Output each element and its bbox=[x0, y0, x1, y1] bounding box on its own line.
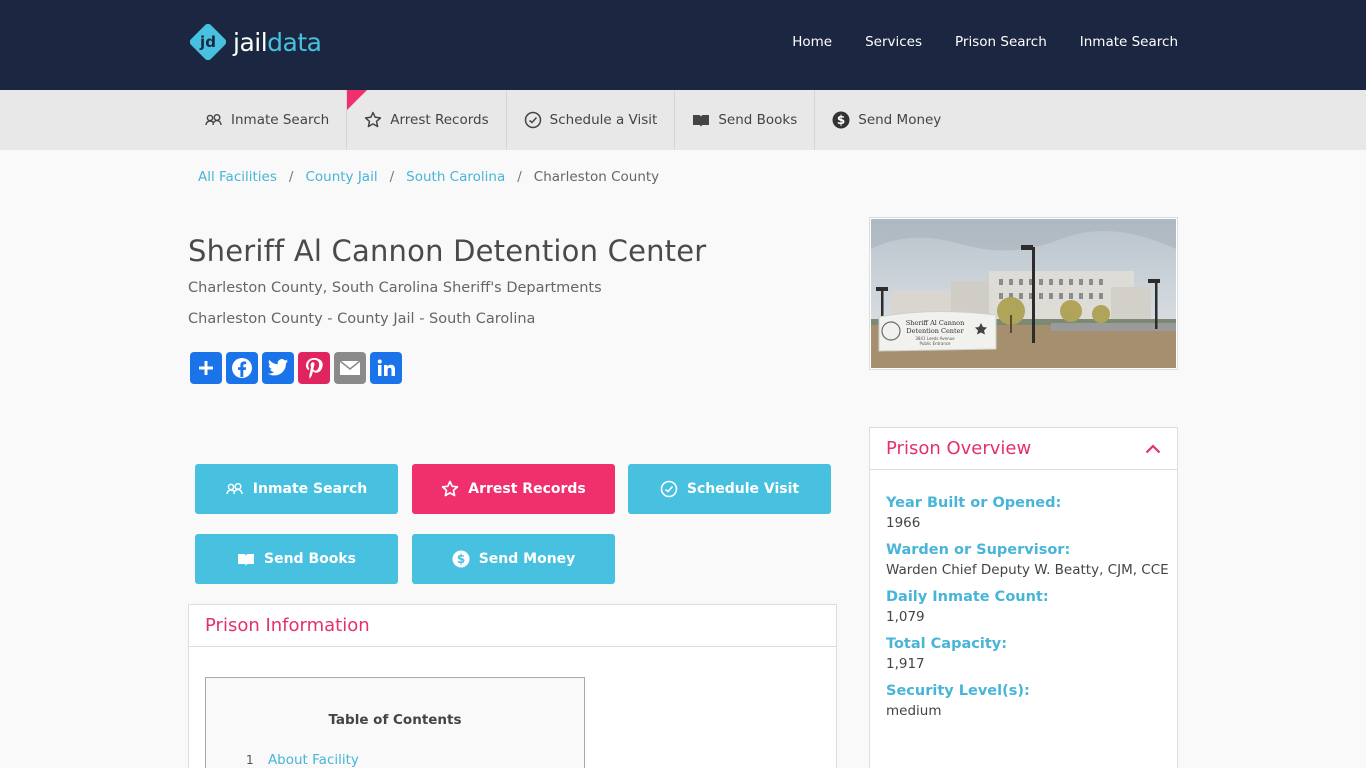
subnav-inmate-search[interactable]: Inmate Search bbox=[188, 90, 348, 150]
subnav-schedule-visit[interactable]: Schedule a Visit bbox=[507, 90, 676, 150]
subnav-label: Arrest Records bbox=[390, 112, 489, 128]
facebook-button[interactable] bbox=[226, 352, 258, 384]
facility-location: Charleston County - County Jail - South … bbox=[188, 311, 536, 327]
book-icon bbox=[692, 113, 710, 128]
schedule-visit-button[interactable]: Schedule Visit bbox=[628, 464, 831, 514]
clock-icon bbox=[660, 480, 678, 498]
year-built-label: Year Built or Opened: bbox=[886, 495, 1062, 511]
plus-icon bbox=[199, 361, 213, 375]
people-search-icon bbox=[226, 482, 244, 496]
warden-value: Warden Chief Deputy W. Beatty, CJM, CCE bbox=[886, 562, 1169, 578]
breadcrumb: All Facilities / County Jail / South Car… bbox=[198, 169, 659, 185]
breadcrumb-south-carolina[interactable]: South Carolina bbox=[406, 169, 505, 185]
arrest-records-button[interactable]: Arrest Records bbox=[412, 464, 615, 514]
svg-text:Sheriff Al Cannon: Sheriff Al Cannon bbox=[906, 319, 965, 327]
button-label: Arrest Records bbox=[468, 481, 586, 497]
svg-text:Detention Center: Detention Center bbox=[906, 327, 964, 335]
breadcrumb-separator: / bbox=[517, 169, 522, 185]
people-search-icon bbox=[205, 113, 223, 127]
chevron-up-icon[interactable] bbox=[1145, 438, 1161, 459]
clock-icon bbox=[524, 111, 542, 129]
subnav-label: Send Books bbox=[718, 112, 798, 128]
button-label: Send Books bbox=[264, 551, 356, 567]
service-nav: Inmate Search Arrest Records Schedule a … bbox=[0, 90, 1366, 150]
dollar-icon: $ bbox=[832, 111, 850, 129]
nav-home[interactable]: Home bbox=[792, 34, 832, 50]
logo[interactable]: jd jaildata bbox=[188, 22, 322, 62]
facility-subtitle: Charleston County, South Carolina Sherif… bbox=[188, 280, 602, 296]
pinterest-icon bbox=[306, 358, 323, 379]
site-header: jd jaildata Home Services Prison Search … bbox=[0, 0, 1366, 90]
capacity-label: Total Capacity: bbox=[886, 636, 1007, 652]
breadcrumb-separator: / bbox=[288, 169, 294, 185]
subnav-send-books[interactable]: Send Books bbox=[675, 90, 816, 150]
nav-inmate-search[interactable]: Inmate Search bbox=[1080, 34, 1178, 50]
security-level-value: medium bbox=[886, 703, 942, 719]
breadcrumb-all-facilities[interactable]: All Facilities bbox=[198, 169, 277, 185]
button-label: Schedule Visit bbox=[686, 481, 800, 497]
button-label: Send Money bbox=[478, 551, 576, 567]
button-label: Inmate Search bbox=[252, 481, 368, 497]
svg-text:$: $ bbox=[837, 113, 845, 127]
table-of-contents: Table of Contents 1 About Facility bbox=[205, 677, 585, 768]
breadcrumb-county-jail[interactable]: County Jail bbox=[305, 169, 377, 185]
prison-overview-heading: Prison Overview bbox=[886, 438, 1032, 459]
breadcrumb-current: Charleston County bbox=[533, 169, 660, 185]
main-nav: Home Services Prison Search Inmate Searc… bbox=[759, 34, 1178, 50]
send-books-button[interactable]: Send Books bbox=[195, 534, 398, 584]
subnav-label: Schedule a Visit bbox=[549, 112, 658, 128]
subnav-arrest-records[interactable]: Arrest Records bbox=[347, 90, 507, 150]
warden-label: Warden or Supervisor: bbox=[886, 542, 1071, 558]
prison-overview-header[interactable]: Prison Overview bbox=[870, 428, 1177, 470]
pinterest-button[interactable] bbox=[298, 352, 330, 384]
prison-information-card: Prison Information Table of Contents 1 A… bbox=[188, 604, 837, 768]
toc-title: Table of Contents bbox=[328, 712, 462, 728]
subnav-label: Inmate Search bbox=[231, 112, 330, 128]
year-built-value: 1966 bbox=[886, 515, 921, 531]
logo-text: jaildata bbox=[233, 27, 322, 57]
prison-information-heading: Prison Information bbox=[189, 605, 836, 647]
star-badge-icon bbox=[441, 480, 459, 498]
linkedin-button[interactable] bbox=[370, 352, 402, 384]
toc-link-about-facility[interactable]: About Facility bbox=[268, 752, 359, 768]
logo-mark: jd bbox=[188, 22, 228, 62]
share-button[interactable] bbox=[190, 352, 222, 384]
svg-text:$: $ bbox=[457, 552, 465, 566]
facebook-icon bbox=[232, 358, 252, 378]
email-button[interactable] bbox=[334, 352, 366, 384]
nav-prison-search[interactable]: Prison Search bbox=[955, 34, 1047, 50]
toc-item-number: 1 bbox=[246, 753, 254, 767]
security-level-label: Security Level(s): bbox=[886, 683, 1030, 699]
active-ribbon bbox=[347, 90, 368, 110]
dollar-icon: $ bbox=[452, 550, 470, 568]
subnav-send-money[interactable]: $ Send Money bbox=[815, 90, 958, 150]
nav-services[interactable]: Services bbox=[865, 34, 922, 50]
book-icon bbox=[237, 552, 255, 567]
page-title: Sheriff Al Cannon Detention Center bbox=[188, 234, 707, 268]
prison-overview-body: Year Built or Opened: 1966 Warden or Sup… bbox=[870, 470, 1177, 719]
share-bar bbox=[190, 352, 406, 384]
inmate-count-value: 1,079 bbox=[886, 609, 925, 625]
prison-overview-card: Prison Overview Year Built or Opened: 19… bbox=[869, 427, 1178, 768]
breadcrumb-separator: / bbox=[389, 169, 395, 185]
email-icon bbox=[339, 360, 361, 375]
twitter-button[interactable] bbox=[262, 352, 294, 384]
capacity-value: 1,917 bbox=[886, 656, 925, 672]
linkedin-icon bbox=[377, 359, 395, 376]
subnav-label: Send Money bbox=[858, 112, 942, 128]
facility-photo: Sheriff Al Cannon Detention Center 3841 … bbox=[869, 217, 1178, 370]
send-money-button[interactable]: $ Send Money bbox=[412, 534, 615, 584]
twitter-icon bbox=[267, 359, 289, 376]
toc-item: 1 About Facility bbox=[246, 752, 359, 768]
inmate-count-label: Daily Inmate Count: bbox=[886, 589, 1049, 605]
svg-text:Public Entrance: Public Entrance bbox=[919, 341, 951, 346]
star-badge-icon bbox=[364, 111, 382, 129]
inmate-search-button[interactable]: Inmate Search bbox=[195, 464, 398, 514]
